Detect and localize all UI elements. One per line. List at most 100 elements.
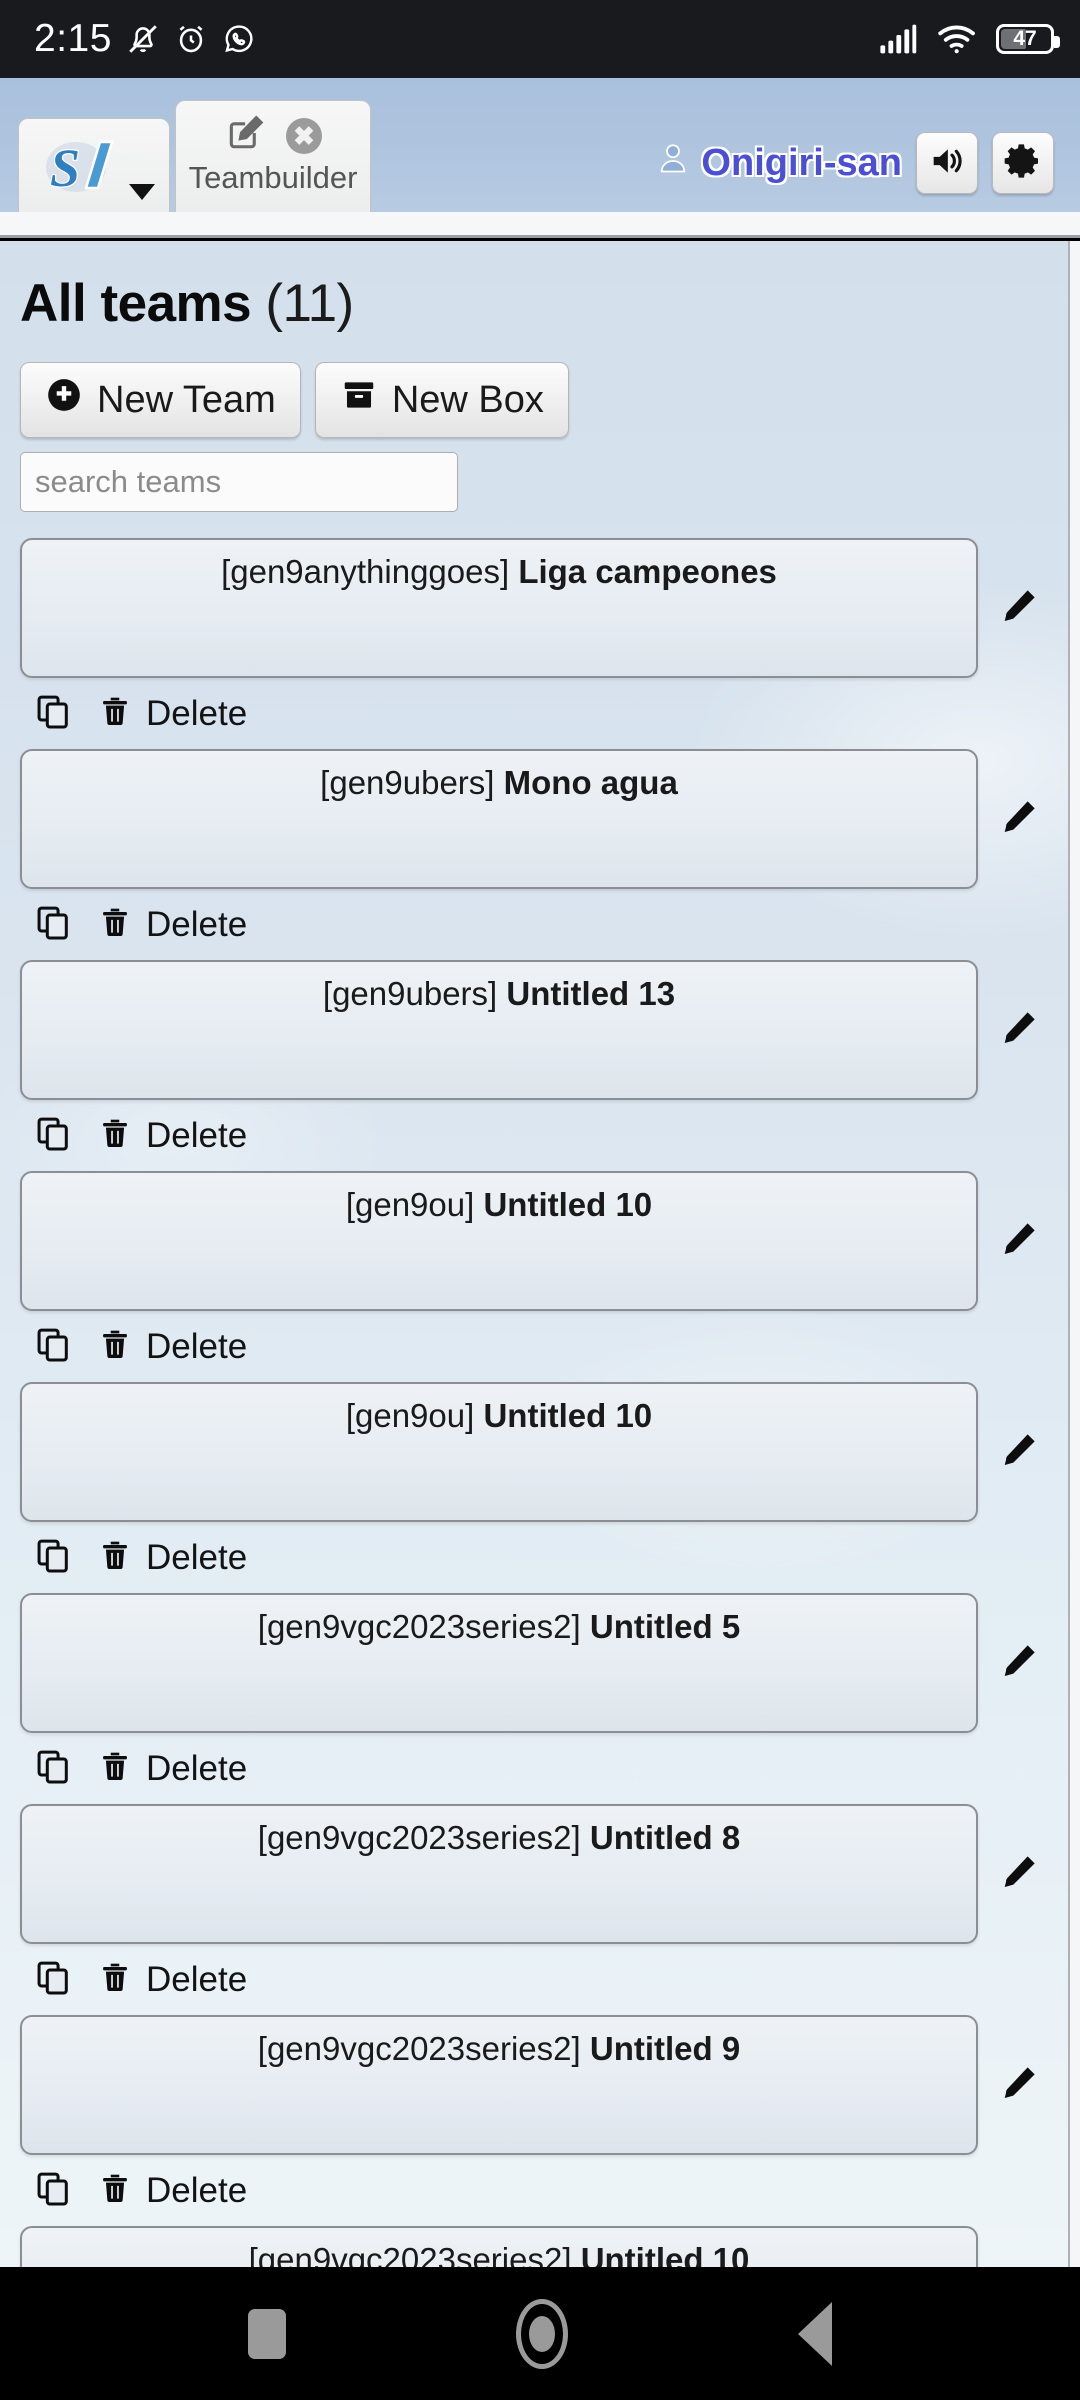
status-bar-left: 2:15 bbox=[34, 17, 256, 61]
team-delete-label: Delete bbox=[146, 1748, 248, 1788]
chevron-down-icon[interactable] bbox=[129, 184, 155, 200]
team-name: [gen9ou] Untitled 10 bbox=[22, 1186, 976, 1223]
team-copy-button[interactable] bbox=[34, 1958, 72, 2001]
phone-screen: 2:15 47 S ✖ Teambuilder Onigiri-san All … bbox=[0, 0, 1080, 2400]
tab-teambuilder-icons: ✖ bbox=[224, 111, 322, 160]
team-delete-button[interactable]: Delete bbox=[98, 1749, 247, 1789]
team-edit-button[interactable] bbox=[978, 1382, 1060, 1522]
team-card[interactable]: [gen9vgc2023series2] Untitled 9 bbox=[20, 2015, 978, 2155]
alarm-clock-icon bbox=[174, 22, 208, 56]
team-card[interactable]: [gen9vgc2023series2] Untitled 10 bbox=[20, 2226, 978, 2267]
team-name: [gen9anythinggoes] Liga campeones bbox=[22, 553, 976, 590]
tab-home[interactable]: S bbox=[18, 118, 170, 212]
team-edit-button[interactable] bbox=[978, 2226, 1060, 2267]
team-card[interactable]: [gen9anythinggoes] Liga campeones bbox=[20, 538, 978, 678]
team-card[interactable]: [gen9vgc2023series2] Untitled 5 bbox=[20, 1593, 978, 1733]
new-team-button[interactable]: New Team bbox=[20, 362, 301, 438]
user-badge[interactable]: Onigiri-san bbox=[655, 140, 902, 186]
team-title: Untitled 8 bbox=[589, 1819, 741, 1856]
team-copy-button[interactable] bbox=[34, 1325, 72, 1368]
team-block: [gen9anythinggoes] Liga campeones Delete bbox=[20, 538, 1060, 749]
copy-icon bbox=[34, 1114, 72, 1157]
team-name: [gen9vgc2023series2] Untitled 9 bbox=[22, 2030, 976, 2067]
volume-button[interactable] bbox=[916, 132, 978, 194]
team-tools: Delete bbox=[20, 1944, 1060, 2015]
pencil-icon bbox=[999, 797, 1039, 842]
main-content: All teams (11) New Team New Box search t… bbox=[0, 241, 1080, 2267]
team-delete-button[interactable]: Delete bbox=[98, 2171, 247, 2211]
status-bar-right: 47 bbox=[878, 23, 1060, 55]
team-copy-button[interactable] bbox=[34, 903, 72, 946]
new-box-button[interactable]: New Box bbox=[314, 362, 569, 438]
team-name: [gen9vgc2023series2] Untitled 8 bbox=[22, 1819, 976, 1856]
box-archive-icon bbox=[340, 376, 378, 424]
team-name: [gen9ubers] Mono agua bbox=[22, 764, 976, 801]
team-title: Untitled 10 bbox=[580, 2241, 750, 2267]
team-edit-button[interactable] bbox=[978, 1171, 1060, 1311]
header-separator bbox=[0, 212, 1080, 238]
team-copy-button[interactable] bbox=[34, 1114, 72, 1157]
team-copy-button[interactable] bbox=[34, 1536, 72, 1579]
triangle-back-icon[interactable] bbox=[798, 2301, 832, 2366]
search-teams-input[interactable]: search teams bbox=[20, 452, 458, 512]
team-copy-button[interactable] bbox=[34, 1747, 72, 1790]
team-delete-button[interactable]: Delete bbox=[98, 905, 247, 945]
circle-home-inner bbox=[529, 2315, 555, 2352]
app-header: S ✖ Teambuilder Onigiri-san bbox=[0, 78, 1080, 212]
battery-percent: 47 bbox=[1013, 27, 1037, 50]
team-row: [gen9vgc2023series2] Untitled 10 bbox=[20, 2226, 1060, 2267]
tab-teambuilder-label: Teambuilder bbox=[188, 160, 358, 195]
close-icon[interactable]: ✖ bbox=[286, 117, 322, 154]
team-edit-button[interactable] bbox=[978, 960, 1060, 1100]
team-copy-button[interactable] bbox=[34, 692, 72, 735]
circle-home-icon[interactable] bbox=[516, 2298, 568, 2369]
team-row: [gen9vgc2023series2] Untitled 5 bbox=[20, 1593, 1060, 1733]
team-row: [gen9ou] Untitled 10 bbox=[20, 1171, 1060, 1311]
team-block: [gen9vgc2023series2] Untitled 8 Delete bbox=[20, 1804, 1060, 2015]
team-card[interactable]: [gen9ou] Untitled 10 bbox=[20, 1171, 978, 1311]
whatsapp-icon bbox=[222, 22, 256, 56]
team-copy-button[interactable] bbox=[34, 2169, 72, 2212]
settings-button[interactable] bbox=[992, 132, 1054, 194]
username-label: Onigiri-san bbox=[701, 141, 902, 184]
android-nav-bar bbox=[0, 2267, 1080, 2400]
square-recents-icon[interactable] bbox=[248, 2308, 286, 2359]
team-edit-button[interactable] bbox=[978, 538, 1060, 678]
scrollbar-track[interactable] bbox=[1068, 241, 1080, 2267]
team-card[interactable]: [gen9ou] Untitled 10 bbox=[20, 1382, 978, 1522]
team-block: [gen9ubers] Mono agua Delete bbox=[20, 749, 1060, 960]
team-delete-label: Delete bbox=[146, 693, 248, 733]
team-title: Untitled 9 bbox=[589, 2030, 741, 2067]
team-title: Untitled 10 bbox=[483, 1186, 653, 1223]
team-row: [gen9vgc2023series2] Untitled 8 bbox=[20, 1804, 1060, 1944]
team-card[interactable]: [gen9vgc2023series2] Untitled 8 bbox=[20, 1804, 978, 1944]
silent-bell-icon bbox=[126, 22, 160, 56]
team-row: [gen9ubers] Untitled 13 bbox=[20, 960, 1060, 1100]
team-delete-button[interactable]: Delete bbox=[98, 1327, 247, 1367]
team-delete-button[interactable]: Delete bbox=[98, 1116, 247, 1156]
team-edit-button[interactable] bbox=[978, 2015, 1060, 2155]
team-name: [gen9vgc2023series2] Untitled 5 bbox=[22, 1608, 976, 1645]
team-delete-button[interactable]: Delete bbox=[98, 1960, 247, 2000]
team-edit-button[interactable] bbox=[978, 749, 1060, 889]
team-edit-button[interactable] bbox=[978, 1593, 1060, 1733]
team-card[interactable]: [gen9ubers] Untitled 13 bbox=[20, 960, 978, 1100]
team-delete-button[interactable]: Delete bbox=[98, 1538, 247, 1578]
pencil-icon bbox=[999, 2063, 1039, 2108]
pencil-icon bbox=[999, 1852, 1039, 1897]
page-title: All teams (11) bbox=[0, 241, 1080, 334]
trash-icon bbox=[98, 1960, 132, 1999]
team-block: [gen9vgc2023series2] Untitled 10Delete bbox=[20, 2226, 1060, 2267]
team-format: [gen9ubers] bbox=[320, 764, 495, 801]
team-row: [gen9ou] Untitled 10 bbox=[20, 1382, 1060, 1522]
team-delete-button[interactable]: Delete bbox=[98, 694, 247, 734]
team-card[interactable]: [gen9ubers] Mono agua bbox=[20, 749, 978, 889]
team-delete-label: Delete bbox=[146, 1326, 248, 1366]
team-delete-label: Delete bbox=[146, 904, 248, 944]
search-placeholder: search teams bbox=[35, 464, 222, 499]
team-edit-button[interactable] bbox=[978, 1804, 1060, 1944]
copy-icon bbox=[34, 903, 72, 946]
tab-teambuilder[interactable]: ✖ Teambuilder bbox=[175, 100, 371, 212]
team-block: [gen9ou] Untitled 10 Delete bbox=[20, 1171, 1060, 1382]
pencil-icon bbox=[999, 1641, 1039, 1686]
